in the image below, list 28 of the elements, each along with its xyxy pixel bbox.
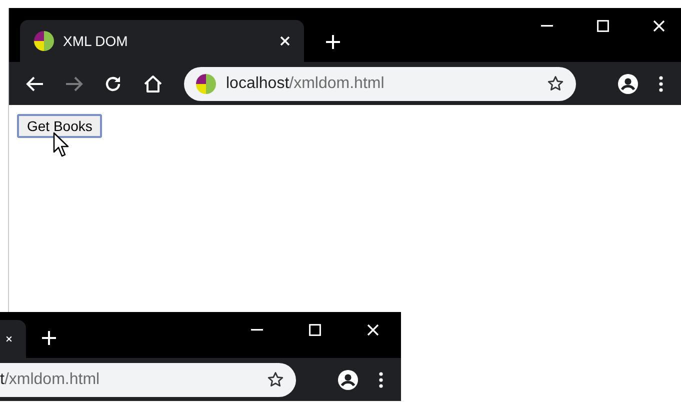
account-icon[interactable] [618, 74, 638, 94]
get-books-button[interactable]: Get Books [17, 114, 102, 138]
back-arrow-icon[interactable] [26, 76, 44, 92]
url-text: t/xmldom.html [0, 370, 100, 388]
reload-icon[interactable] [104, 74, 122, 92]
new-tab-icon[interactable] [326, 35, 340, 49]
close-icon[interactable] [653, 20, 665, 32]
home-icon[interactable] [143, 74, 163, 92]
site-favicon-icon [196, 74, 216, 94]
site-favicon-icon [34, 31, 54, 51]
browser-tab[interactable]: XML DOM [20, 20, 304, 62]
url-text: localhost/xmldom.html [226, 74, 384, 92]
minimize-icon[interactable] [251, 329, 263, 331]
maximize-icon[interactable] [597, 20, 609, 32]
account-icon[interactable] [338, 370, 358, 390]
star-icon[interactable] [267, 371, 284, 388]
close-tab-icon[interactable] [280, 36, 290, 46]
mouse-cursor-icon [53, 132, 69, 158]
close-tab-icon[interactable] [6, 334, 12, 344]
menu-icon[interactable] [379, 372, 383, 388]
minimize-icon[interactable] [541, 25, 553, 27]
new-tab-icon[interactable] [42, 331, 56, 345]
maximize-icon[interactable] [309, 324, 321, 336]
address-bar[interactable]: t/xmldom.html [0, 362, 296, 396]
close-icon[interactable] [367, 324, 379, 336]
star-icon[interactable] [547, 75, 564, 92]
menu-icon[interactable] [659, 76, 663, 92]
address-bar[interactable]: localhost/xmldom.html [184, 66, 576, 100]
